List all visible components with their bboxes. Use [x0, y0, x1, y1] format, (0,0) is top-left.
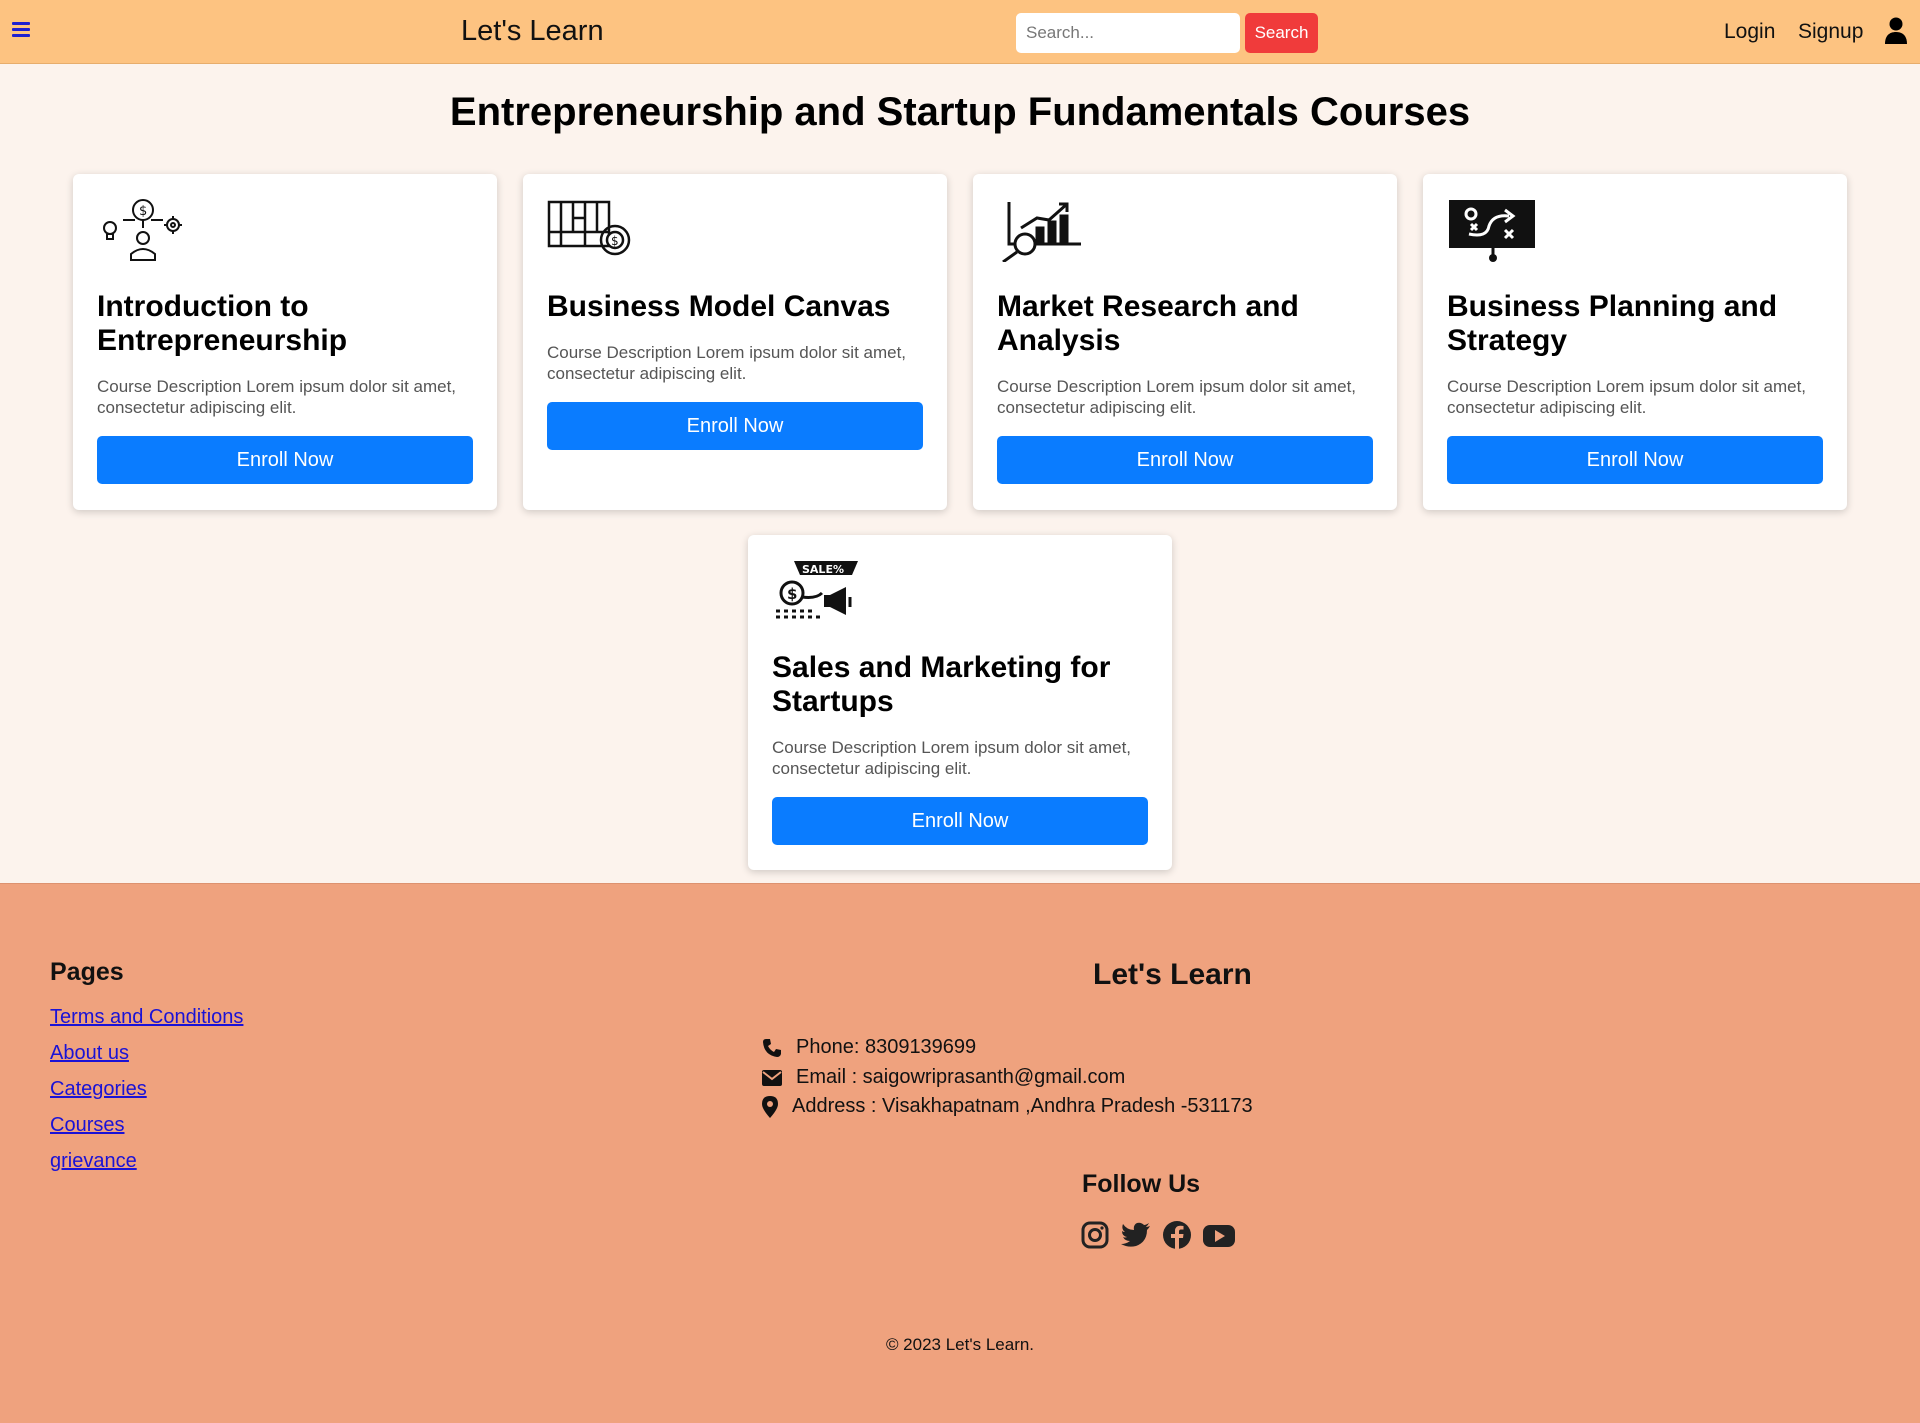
instagram-icon[interactable]: [1080, 1220, 1110, 1250]
course-description: Course Description Lorem ipsum dolor sit…: [547, 343, 907, 383]
phone-icon: [763, 1038, 781, 1057]
search-input[interactable]: [1016, 13, 1240, 53]
courses-link[interactable]: Courses: [50, 1114, 124, 1136]
categories-link[interactable]: Categories: [50, 1078, 147, 1100]
market-research-icon: [1002, 202, 1081, 262]
course-description: Course Description Lorem ipsum dolor sit…: [1447, 377, 1807, 417]
page-title: Entrepreneurship and Startup Fundamental…: [449, 90, 1471, 134]
course-title: Business Planning and Strategy: [1447, 290, 1778, 357]
social-links: [1080, 1220, 1236, 1250]
course-description: Course Description Lorem ipsum dolor sit…: [772, 738, 1132, 778]
footer-brand: Let's Learn: [1093, 958, 1252, 991]
enroll-button[interactable]: Enroll Now: [1447, 436, 1823, 484]
terms-link[interactable]: Terms and Conditions: [50, 1006, 243, 1028]
course-description: Course Description Lorem ipsum dolor sit…: [97, 377, 457, 417]
strategy-board-icon: [1449, 200, 1535, 262]
pages-heading: Pages: [50, 958, 124, 986]
entrepreneur-idea-icon: $: [103, 199, 182, 261]
user-icon[interactable]: [1884, 17, 1908, 45]
copyright: © 2023 Let's Learn.: [885, 1335, 1035, 1354]
footer: Pages Terms and Conditions About us Cate…: [0, 883, 1920, 1423]
phone-text: Phone: 8309139699: [796, 1036, 977, 1058]
envelope-icon: [762, 1069, 782, 1086]
svg-text:$: $: [139, 204, 147, 219]
navbar: Let's Learn Search Login Signup: [0, 0, 1920, 64]
business-model-canvas-icon: $: [547, 200, 631, 256]
svg-text:SALE%: SALE%: [802, 563, 844, 576]
course-card: SALE% $ Sales and Marketing for Startups…: [748, 535, 1172, 870]
course-title: Sales and Marketing for Startups: [772, 651, 1111, 718]
course-title: Business Model Canvas: [547, 290, 891, 323]
enroll-button[interactable]: Enroll Now: [772, 797, 1148, 845]
follow-heading: Follow Us: [1082, 1170, 1201, 1198]
enroll-button[interactable]: Enroll Now: [547, 402, 923, 450]
course-card: $ Introduction to Entrepreneurship Cours…: [73, 174, 497, 510]
login-link[interactable]: Login: [1724, 20, 1775, 44]
svg-text:$: $: [611, 234, 619, 248]
course-card: Business Planning and Strategy Course De…: [1423, 174, 1847, 510]
facebook-icon[interactable]: [1162, 1220, 1192, 1250]
grievance-link[interactable]: grievance: [50, 1150, 137, 1172]
course-card: $ Business Model Canvas Course Descripti…: [523, 174, 947, 510]
signup-link[interactable]: Signup: [1798, 20, 1863, 44]
location-pin-icon: [762, 1095, 778, 1118]
brand-logo[interactable]: Let's Learn: [461, 15, 604, 48]
course-title: Market Research and Analysis: [997, 290, 1299, 357]
about-link[interactable]: About us: [50, 1042, 129, 1064]
contact-address: Address : Visakhapatnam ,Andhra Pradesh …: [762, 1095, 1253, 1118]
sales-marketing-icon: SALE% $: [776, 561, 858, 619]
course-card: Market Research and Analysis Course Desc…: [973, 174, 1397, 510]
enroll-button[interactable]: Enroll Now: [97, 436, 473, 484]
search-button[interactable]: Search: [1245, 13, 1318, 53]
contact-phone: Phone: 8309139699: [762, 1036, 976, 1059]
enroll-button[interactable]: Enroll Now: [997, 436, 1373, 484]
youtube-icon[interactable]: [1202, 1220, 1236, 1250]
contact-email: Email : saigowriprasanth@gmail.com: [762, 1066, 1125, 1089]
email-text: Email : saigowriprasanth@gmail.com: [796, 1066, 1126, 1088]
hamburger-menu-icon[interactable]: [12, 22, 30, 38]
course-description: Course Description Lorem ipsum dolor sit…: [997, 377, 1357, 417]
pages-list: Terms and Conditions About us Categories…: [50, 1006, 243, 1186]
svg-text:$: $: [787, 585, 797, 603]
course-title: Introduction to Entrepreneurship: [97, 290, 348, 357]
twitter-icon[interactable]: [1120, 1220, 1152, 1250]
address-text: Address : Visakhapatnam ,Andhra Pradesh …: [792, 1095, 1253, 1117]
